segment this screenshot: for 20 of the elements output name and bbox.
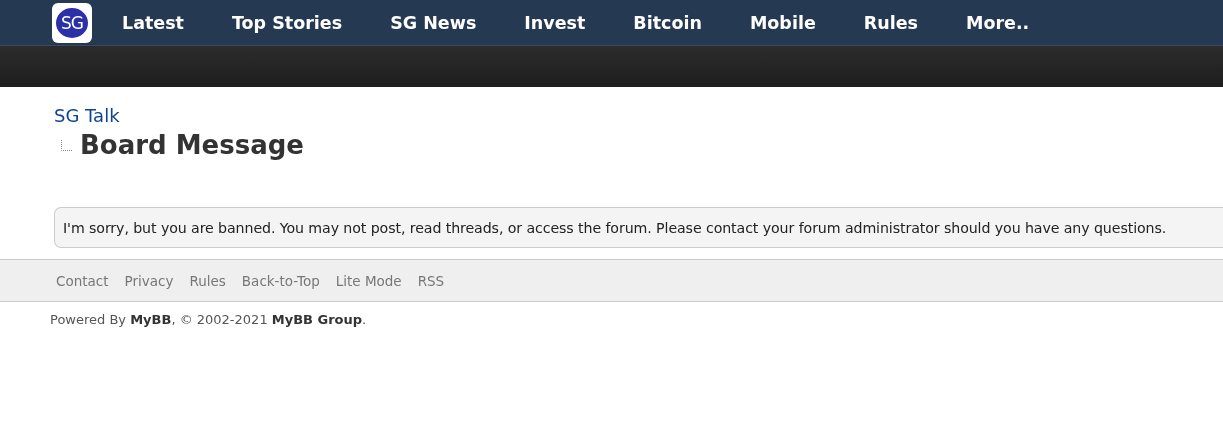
footer-link[interactable]: Privacy (124, 272, 174, 289)
footer-link[interactable]: RSS (417, 272, 445, 289)
nav-link[interactable]: SG News (390, 12, 477, 33)
footer-link[interactable]: Lite Mode (335, 272, 402, 289)
breadcrumb-link[interactable]: SG Talk (54, 105, 1223, 126)
logo-icon[interactable]: SG (52, 2, 92, 43)
nav-link[interactable]: Invest (524, 12, 586, 33)
nav-link[interactable]: Bitcoin (633, 12, 702, 33)
nav-link[interactable]: More.. (966, 12, 1030, 33)
copyright-text: Powered By MyBB, © 2002-2021 MyBB Group. (49, 311, 368, 327)
footer-link[interactable]: Back-to-Top (241, 272, 320, 289)
tree-connector-icon (60, 140, 74, 152)
ban-message: I'm sorry, but you are banned. You may not post, read threads, or access the forum. Please contact your forum administrator should you have any questions. (63, 220, 1167, 236)
nav-link[interactable]: Rules (863, 12, 918, 33)
nav-link[interactable]: Top Stories (232, 12, 343, 33)
footer-link[interactable]: Contact (56, 272, 109, 289)
nav-link[interactable]: Mobile (749, 12, 816, 33)
footer-link[interactable]: Rules (189, 272, 226, 289)
nav-link[interactable]: Latest (122, 12, 184, 33)
page-title: Board Message (80, 130, 304, 160)
